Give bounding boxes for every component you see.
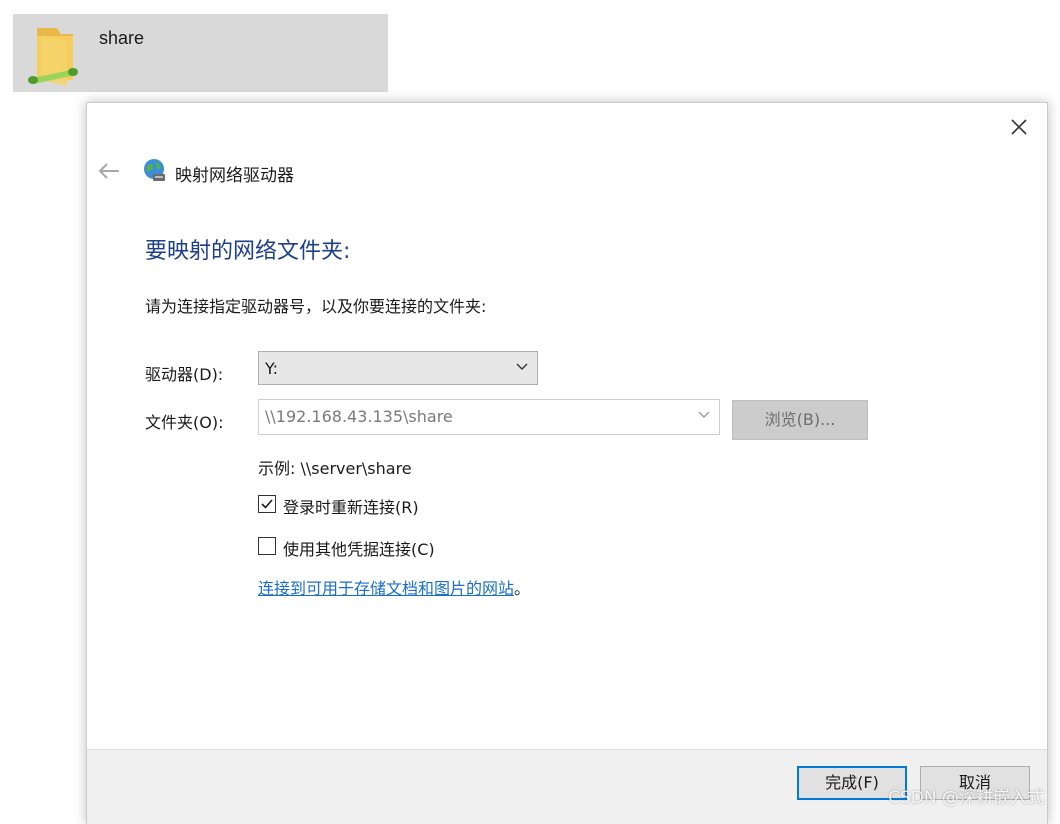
chevron-down-icon: [515, 362, 529, 372]
storage-website-link[interactable]: 连接到可用于存储文档和图片的网站: [258, 579, 514, 598]
back-arrow-icon[interactable]: [97, 161, 121, 181]
network-drive-icon: [142, 158, 168, 184]
page-heading: 要映射的网络文件夹:: [145, 233, 350, 265]
browse-button[interactable]: 浏览(B)...: [732, 400, 868, 440]
map-network-drive-dialog: 映射网络驱动器 要映射的网络文件夹: 请为连接指定驱动器号，以及你要连接的文件夹…: [86, 102, 1048, 824]
drive-letter-value: Y:: [265, 359, 278, 378]
checkmark-icon: [260, 497, 274, 511]
watermark: CSDN @深耕嵌入式: [888, 783, 1044, 808]
close-icon[interactable]: [1007, 115, 1031, 139]
reconnect-label: 登录时重新连接(R): [283, 494, 419, 518]
chevron-down-icon[interactable]: [697, 410, 711, 420]
wizard-title: 映射网络驱动器: [175, 161, 294, 186]
folder-path-combobox[interactable]: \\192.168.43.135\share: [258, 399, 720, 435]
drive-letter-select[interactable]: Y:: [258, 351, 538, 385]
drive-label: 驱动器(D):: [145, 361, 223, 385]
example-text: 示例: \\server\share: [258, 455, 412, 479]
link-suffix: 。: [514, 579, 530, 598]
explorer-folder-item[interactable]: share: [13, 14, 388, 92]
network-folder-icon: [27, 20, 91, 88]
other-credentials-checkbox[interactable]: [258, 537, 276, 555]
instruction-text: 请为连接指定驱动器号，以及你要连接的文件夹:: [145, 293, 486, 317]
reconnect-checkbox[interactable]: [258, 495, 276, 513]
folder-path-value: \\192.168.43.135\share: [265, 407, 453, 426]
folder-label: 文件夹(O):: [145, 409, 223, 433]
folder-name-label: share: [99, 28, 144, 49]
other-credentials-label: 使用其他凭据连接(C): [283, 536, 435, 560]
website-link-row: 连接到可用于存储文档和图片的网站。: [258, 575, 530, 599]
